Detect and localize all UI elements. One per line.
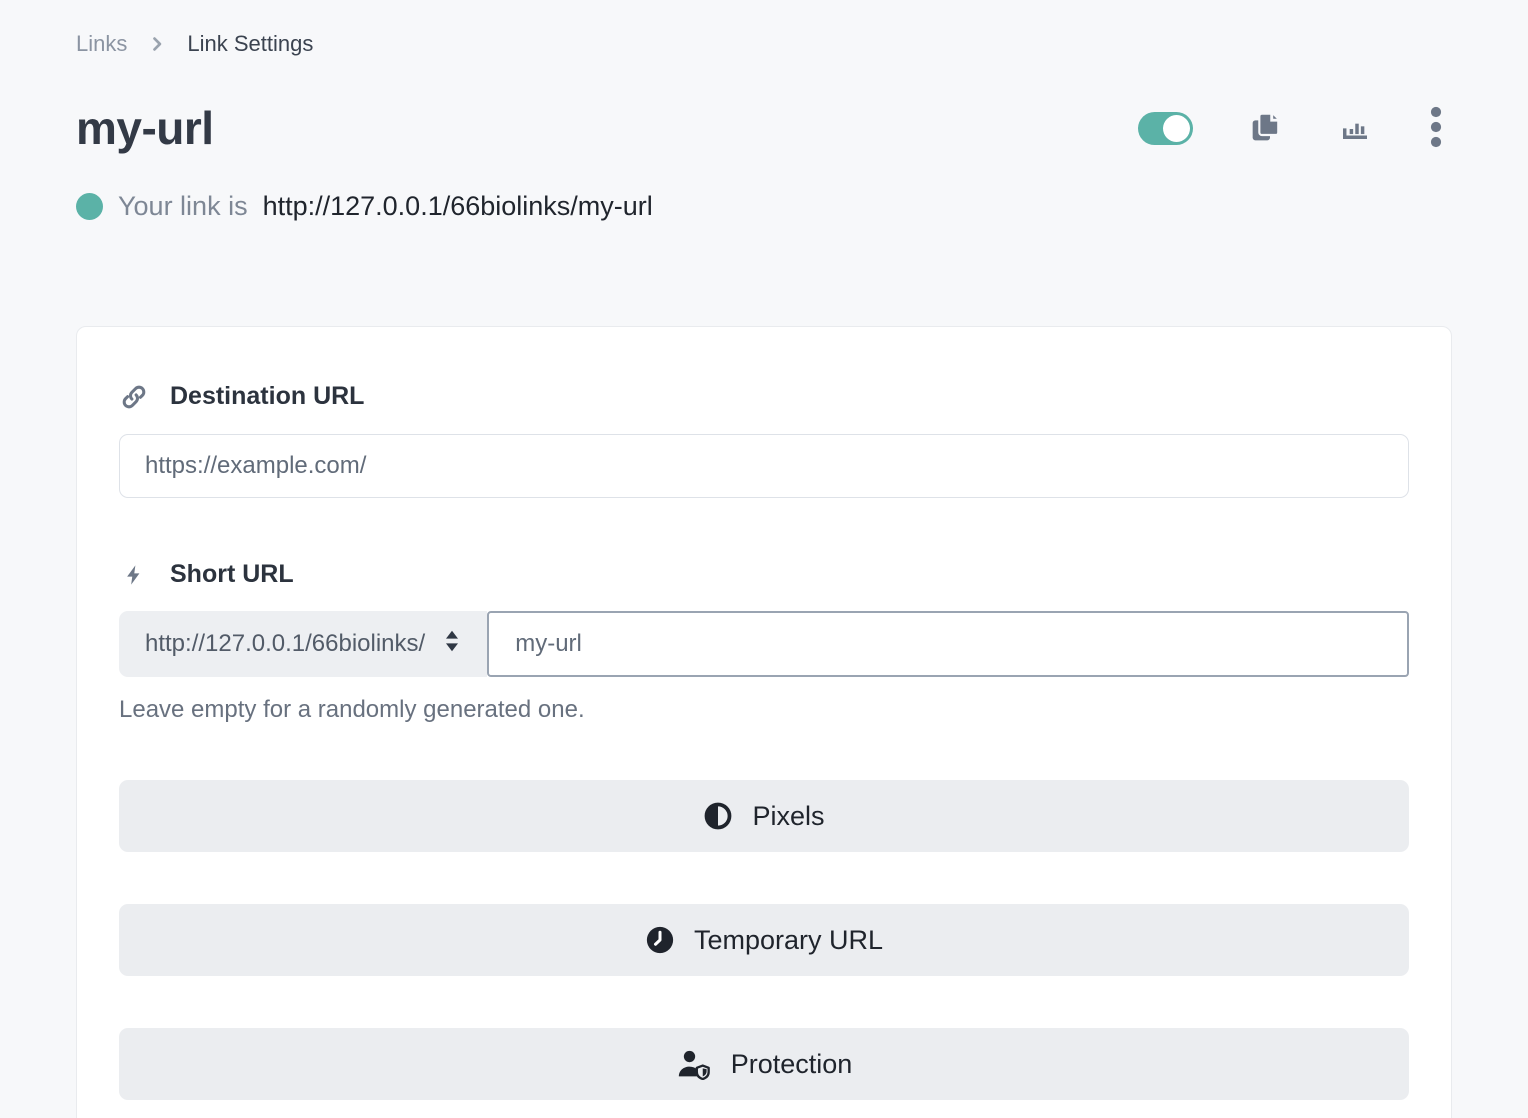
breadcrumb-item-current: Link Settings — [187, 31, 313, 57]
protection-section-button[interactable]: Protection — [119, 1028, 1409, 1100]
clock-icon — [645, 925, 675, 955]
kebab-menu-icon — [1428, 106, 1444, 151]
destination-url-input[interactable] — [119, 434, 1409, 498]
lightning-bolt-icon — [119, 562, 149, 588]
temporary-url-label: Temporary URL — [694, 925, 883, 956]
user-shield-icon — [676, 1048, 712, 1080]
pixels-section-button[interactable]: Pixels — [119, 780, 1409, 852]
link-active-toggle[interactable] — [1138, 112, 1193, 145]
toggle-knob — [1163, 115, 1190, 142]
short-url-label-text: Short URL — [170, 560, 294, 589]
short-link-url[interactable]: http://127.0.0.1/66biolinks/my-url — [263, 191, 653, 222]
destination-url-field: Destination URL — [119, 382, 1409, 498]
copy-link-button[interactable] — [1250, 110, 1282, 147]
bar-chart-icon — [1339, 111, 1371, 146]
adjust-icon — [703, 801, 733, 831]
page-title: my-url — [76, 101, 214, 155]
breadcrumb: Links Link Settings — [76, 0, 1452, 57]
header-actions — [1138, 106, 1452, 151]
link-chain-icon — [119, 383, 149, 411]
link-status-prefix: Your link is — [118, 191, 248, 222]
short-url-group: http://127.0.0.1/66biolinks/ — [119, 611, 1409, 677]
statistics-button[interactable] — [1339, 111, 1371, 146]
copy-icon — [1250, 110, 1282, 147]
domain-select-value: http://127.0.0.1/66biolinks/ — [145, 630, 425, 658]
destination-url-label-text: Destination URL — [170, 382, 364, 411]
domain-select[interactable]: http://127.0.0.1/66biolinks/ — [119, 611, 487, 677]
pixels-label: Pixels — [752, 801, 824, 832]
short-url-help: Leave empty for a randomly generated one… — [119, 696, 1409, 724]
chevron-right-icon — [147, 34, 167, 54]
page-header: my-url — [76, 101, 1452, 155]
short-url-input[interactable] — [487, 611, 1409, 677]
short-url-label: Short URL — [119, 560, 1409, 589]
temporary-url-section-button[interactable]: Temporary URL — [119, 904, 1409, 976]
select-caret-icon — [443, 629, 461, 660]
status-dot — [76, 193, 103, 220]
breadcrumb-item-links[interactable]: Links — [76, 31, 127, 57]
destination-url-label: Destination URL — [119, 382, 1409, 411]
link-settings-card: Destination URL Short URL http://127.0.0… — [76, 326, 1452, 1118]
more-options-button[interactable] — [1428, 106, 1444, 151]
protection-label: Protection — [731, 1049, 853, 1080]
link-settings-page: Links Link Settings my-url — [0, 0, 1528, 1118]
short-url-field: Short URL http://127.0.0.1/66biolinks/ L… — [119, 560, 1409, 724]
link-status-line: Your link is http://127.0.0.1/66biolinks… — [76, 191, 1452, 222]
